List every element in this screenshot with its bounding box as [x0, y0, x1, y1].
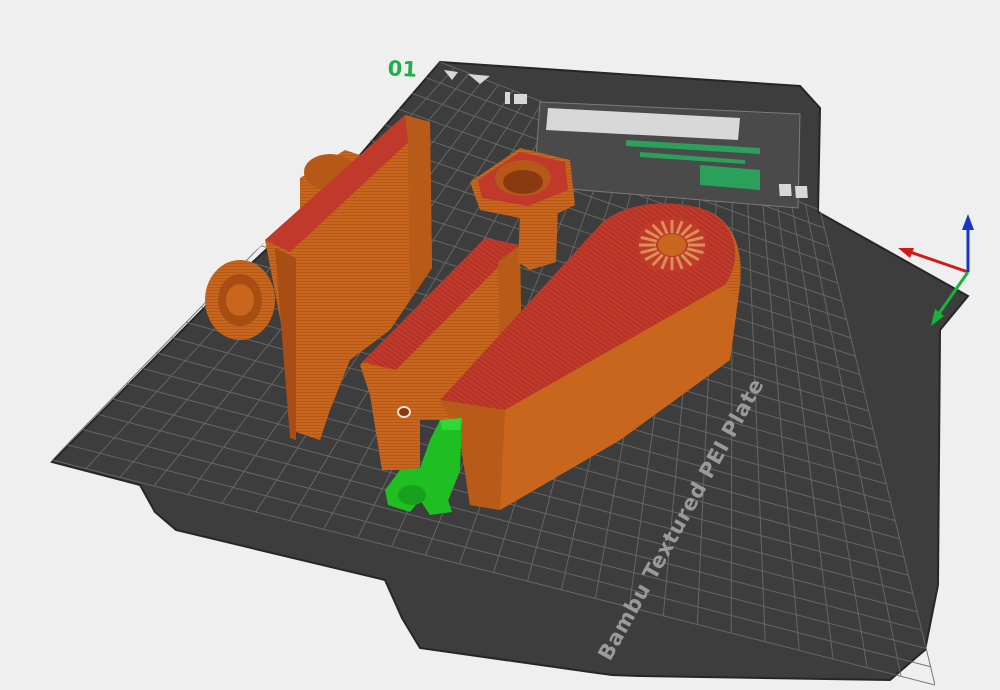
axis-z-arrow [962, 214, 974, 230]
build-plate-scene[interactable]: 01 Bambu Textured PEI Plate [0, 0, 1000, 690]
plate-number: 01 [387, 56, 417, 81]
3d-viewport[interactable]: 01 Bambu Textured PEI Plate [0, 0, 1000, 690]
axis-x-arrow [898, 248, 914, 258]
fan-vent-pattern [636, 217, 708, 273]
